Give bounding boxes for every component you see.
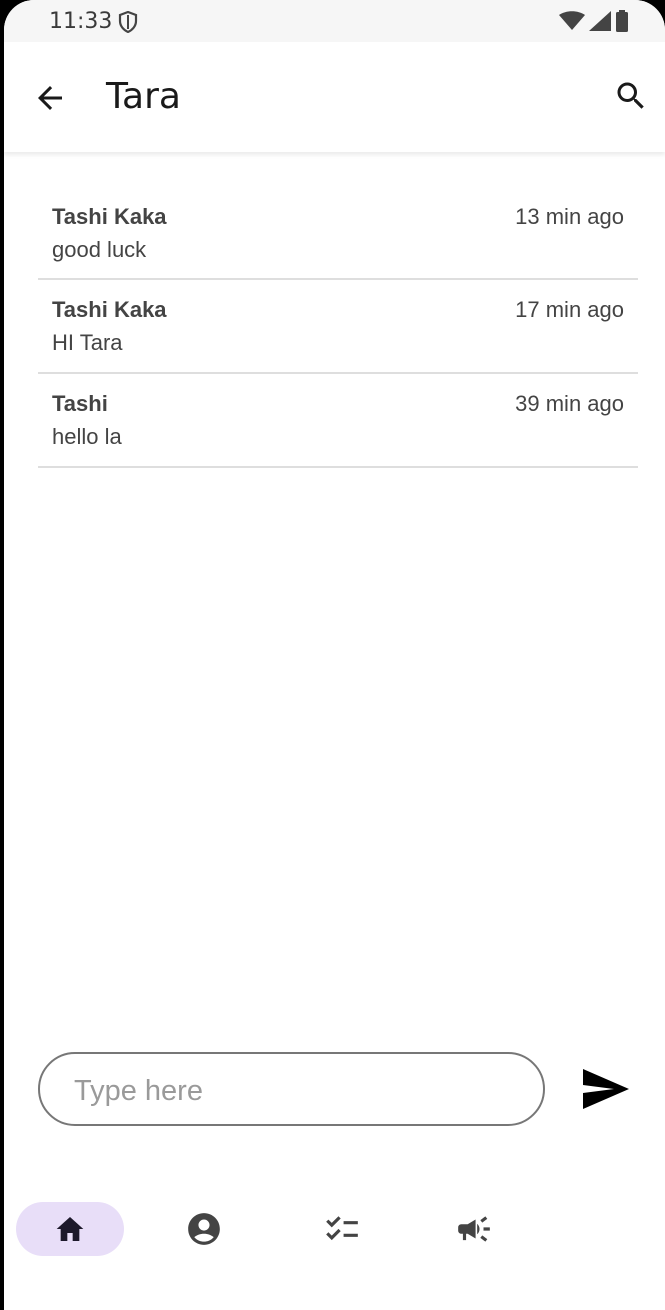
page-title: Tara — [106, 76, 181, 117]
message-sender: Tashi Kaka — [52, 297, 167, 322]
nav-item-profile[interactable] — [150, 1202, 258, 1256]
message-input[interactable] — [72, 1068, 516, 1114]
message-text: hello la — [52, 424, 122, 449]
arrow-back-icon — [38, 86, 62, 110]
send-button[interactable] — [582, 1068, 630, 1110]
message-text: HI Tara — [52, 330, 123, 355]
status-icons — [559, 10, 629, 37]
message-time: 13 min ago — [515, 204, 624, 229]
message-input-box — [38, 1052, 545, 1126]
nav-item-announcements[interactable] — [420, 1202, 528, 1256]
status-bar: 11:33 — [4, 0, 665, 42]
shield-icon — [118, 10, 138, 38]
app-bar: Tara — [4, 42, 665, 152]
message-time: 39 min ago — [515, 391, 624, 416]
home-icon — [56, 1217, 84, 1241]
search-icon — [617, 82, 644, 109]
checklist-icon — [326, 1216, 358, 1241]
list-item[interactable]: Tashi Kaka 13 min ago good luck — [38, 187, 638, 280]
message-sender: Tashi Kaka — [52, 204, 167, 229]
message-time: 17 min ago — [515, 297, 624, 322]
list-item[interactable]: Tashi 39 min ago hello la — [38, 374, 638, 468]
list-item[interactable]: Tashi Kaka 17 min ago HI Tara — [38, 280, 638, 374]
message-list: Tashi Kaka 13 min ago good luck Tashi Ka… — [38, 187, 638, 468]
account-circle-icon — [188, 1213, 220, 1245]
wifi-icon — [559, 11, 585, 36]
message-text: good luck — [52, 237, 147, 262]
campaign-icon — [458, 1216, 490, 1242]
send-icon — [583, 1069, 629, 1109]
message-sender: Tashi — [52, 391, 108, 416]
signal-icon — [589, 11, 611, 36]
nav-item-tasks[interactable] — [288, 1202, 396, 1256]
bottom-navigation — [4, 1200, 665, 1260]
search-button[interactable] — [613, 78, 649, 114]
status-time: 11:33 — [49, 9, 113, 34]
back-button[interactable] — [32, 80, 68, 116]
nav-item-home[interactable] — [16, 1202, 124, 1256]
battery-icon — [615, 10, 629, 37]
app-screen: 11:33 Tara Tashi Kaka 13 min ago good lu… — [4, 0, 665, 1310]
